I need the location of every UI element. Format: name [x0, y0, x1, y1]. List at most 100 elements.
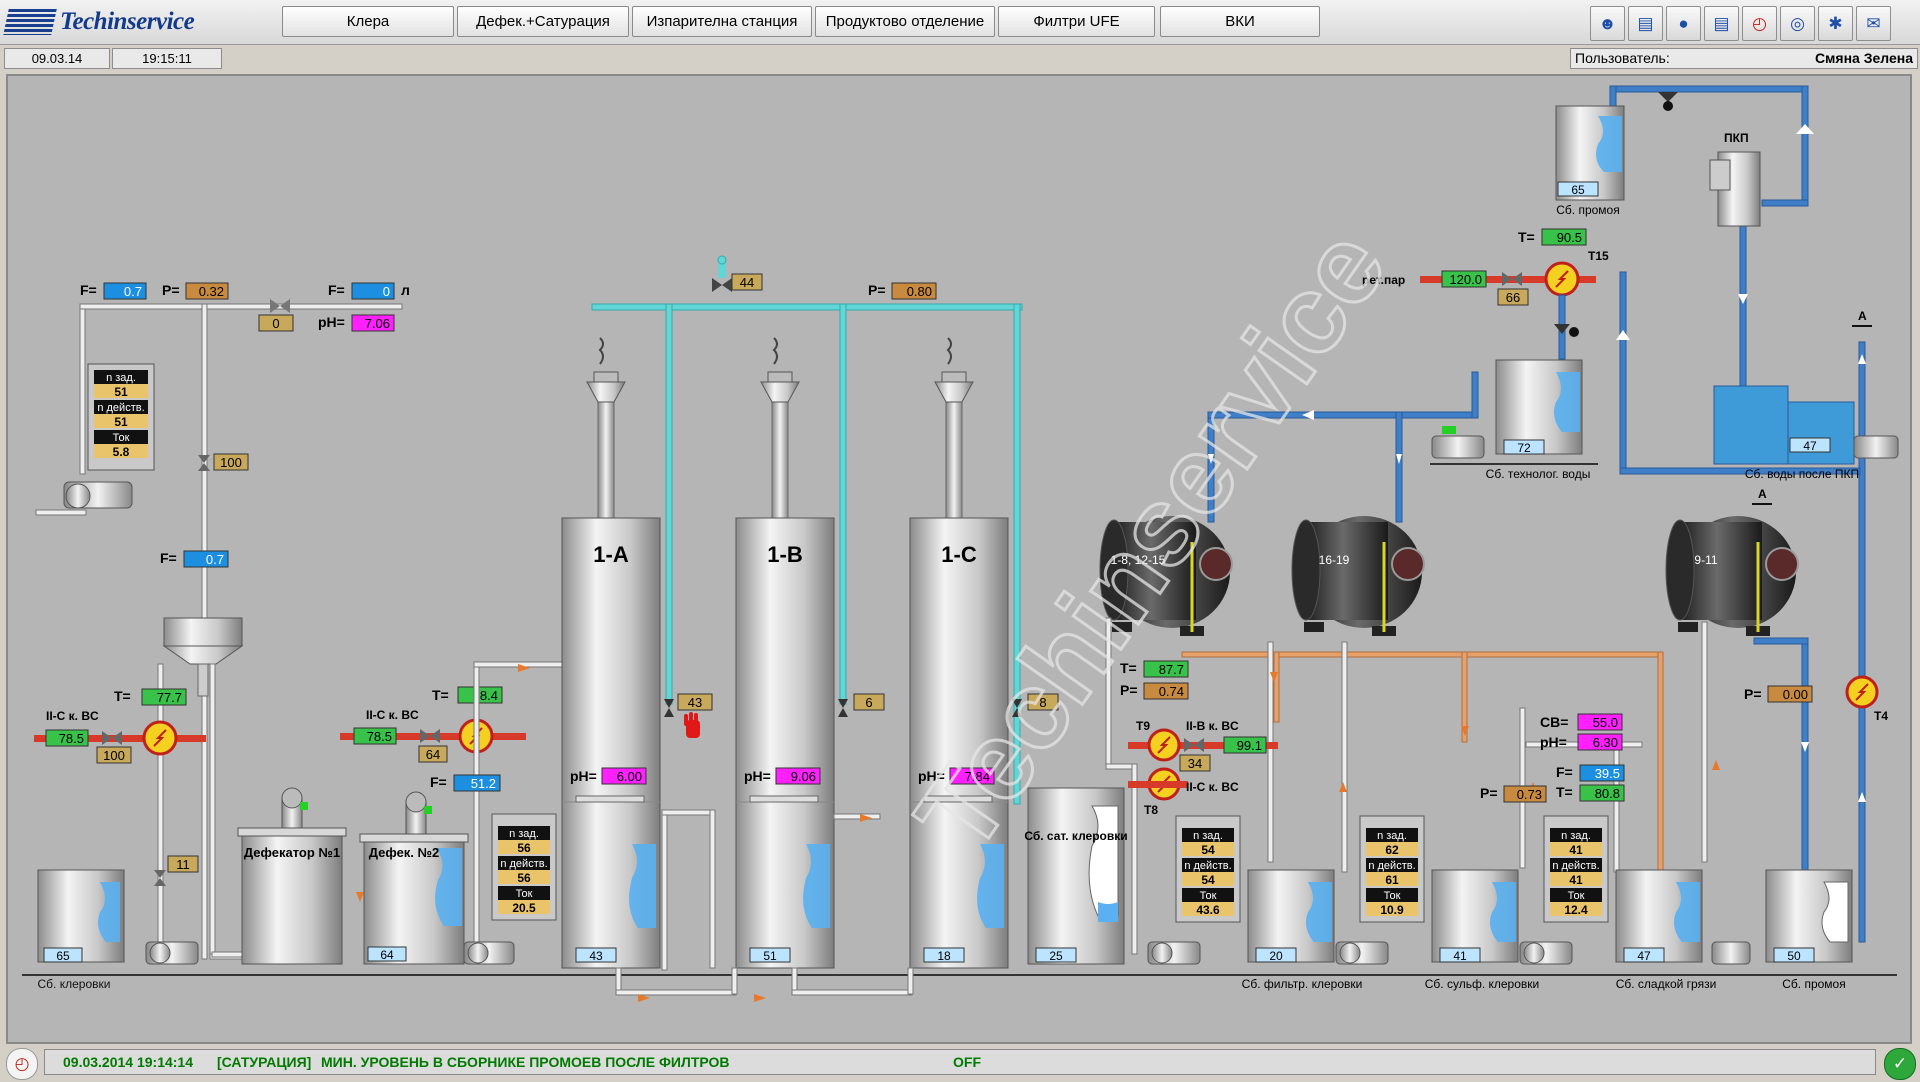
- label-sulf-ph: pH=: [1540, 734, 1567, 750]
- valve-top-left[interactable]: [270, 299, 280, 313]
- panel1-current-value: 5.8: [113, 445, 130, 459]
- panel3-nset-label: n зад.: [1193, 830, 1223, 842]
- user-icon[interactable]: ☻: [1590, 6, 1625, 41]
- process-mimic: F= 0.7 P= 0.32 F= 0 л 0 pH= 7.06 n зад. …: [6, 74, 1912, 1044]
- valve-11[interactable]: [154, 870, 166, 878]
- panel5-current-label: Ток: [1568, 890, 1585, 902]
- tab-vki[interactable]: ВКИ: [1160, 6, 1320, 37]
- pump-3[interactable]: [463, 941, 515, 965]
- value-f2: 0: [383, 284, 390, 299]
- user-box: Пользователь: Смяна Зелена: [1570, 48, 1918, 69]
- clipboard-icon[interactable]: ▤: [1704, 6, 1739, 41]
- alarm-line[interactable]: 09.03.2014 19:14:14 [САТУРАЦИЯ] МИН. УРО…: [44, 1049, 1876, 1075]
- pump-5[interactable]: [1335, 941, 1389, 965]
- pump-tech[interactable]: [1431, 426, 1485, 459]
- label-ph-top: pH=: [318, 314, 345, 330]
- tank-promoy-top: [1555, 105, 1625, 201]
- valve-steam-1[interactable]: [102, 731, 112, 745]
- valve-100[interactable]: [198, 455, 210, 463]
- saturator-1-b[interactable]: [735, 337, 835, 969]
- value-t1: 77.7: [157, 690, 182, 705]
- stop-hand-icon[interactable]: [684, 712, 700, 738]
- label-t1: T=: [114, 688, 131, 704]
- tab-isparitelna-stantsia[interactable]: Изпарителна станция: [632, 6, 812, 37]
- alarm-clock-icon[interactable]: ◴: [1742, 6, 1777, 41]
- pump-7[interactable]: [1711, 941, 1751, 965]
- value-gas-valve: 44: [740, 275, 754, 290]
- defecator-1-label: Дефекатор №1: [244, 845, 340, 860]
- gas-header: [591, 303, 1023, 311]
- label-a-mark-2: A: [1758, 487, 1767, 501]
- pump-2[interactable]: [145, 941, 199, 965]
- valve-steam-2[interactable]: [420, 729, 430, 743]
- alarm-message: МИН. УРОВЕНЬ В СБОРНИКЕ ПРОМОЕВ ПОСЛЕ ФИ…: [321, 1054, 730, 1070]
- panel5-nact-value: 41: [1569, 873, 1583, 887]
- valve-ret-par[interactable]: [1502, 272, 1512, 286]
- tank-filtr-klerovka-label: Сб. фильтр. клеровки: [1242, 977, 1363, 991]
- label-iib: II-B к. BC: [1186, 719, 1239, 733]
- defecator-2-level: 64: [380, 948, 394, 962]
- panel4-current-value: 10.9: [1380, 903, 1404, 917]
- tab-filtri-ufe[interactable]: Филтри UFE: [998, 6, 1155, 37]
- tank-sladkoy-gryazi: [1615, 869, 1703, 963]
- tab-klera[interactable]: Клера: [282, 6, 454, 37]
- label-f4: F=: [430, 774, 447, 790]
- sat-collector[interactable]: [1027, 787, 1125, 965]
- defecator-1[interactable]: [237, 787, 347, 965]
- tank-tech-water-level: 72: [1517, 441, 1531, 455]
- saturator-1-c[interactable]: [909, 337, 1009, 969]
- trend-chart-icon[interactable]: ▤: [1628, 6, 1663, 41]
- user-name: Смяна Зелена: [1814, 50, 1913, 66]
- value-t2-in: 78.5: [367, 729, 392, 744]
- tab-defekatsia-saturatsia[interactable]: Дефек.+Сатурация: [457, 6, 629, 37]
- saturator-1-a-name: 1-A: [593, 542, 629, 567]
- tank-sladkoy-gryazi-label: Сб. сладкой грязи: [1616, 977, 1717, 991]
- value-ph-top: 7.06: [365, 316, 390, 331]
- panel3-current-value: 43.6: [1196, 903, 1220, 917]
- panel3-nset-value: 54: [1201, 843, 1215, 857]
- filter-3[interactable]: [1665, 516, 1799, 636]
- value-sulf-p: 0.73: [1517, 787, 1542, 802]
- globe-icon[interactable]: ◎: [1780, 6, 1815, 41]
- alarm-clock-icon[interactable]: ◴: [6, 1048, 38, 1080]
- label-p1: P=: [162, 282, 180, 298]
- pump-pkp[interactable]: [1853, 435, 1899, 459]
- acknowledge-check-icon[interactable]: ✓: [1884, 1048, 1916, 1080]
- panel3-nact-value: 54: [1201, 873, 1215, 887]
- panel3-nact-label: n действ.: [1184, 860, 1231, 872]
- value-valve-100: 100: [220, 455, 242, 470]
- label-iis-2: II-C к. BC: [366, 708, 419, 722]
- label-t2: T=: [432, 687, 449, 703]
- tank-filtr-klerovka: [1247, 869, 1335, 963]
- panel2-current-value: 20.5: [512, 901, 536, 915]
- panel2-current-label: Ток: [516, 888, 533, 900]
- top-toolbar: Techinservice Клера Дефек.+Сатурация Изп…: [0, 0, 1920, 45]
- filter-2-name: 16-19: [1319, 553, 1350, 567]
- message-icon[interactable]: ✉: [1856, 6, 1891, 41]
- valve-pkp-top[interactable]: [1658, 92, 1678, 102]
- pkp-condenser[interactable]: [1709, 151, 1761, 227]
- value-valve-0: 0: [272, 316, 279, 331]
- panel5-nact-label: n действ.: [1552, 860, 1599, 872]
- flow-arrow-def: [356, 892, 364, 902]
- filter-2[interactable]: [1291, 516, 1425, 636]
- pump-4[interactable]: [1147, 941, 1201, 965]
- label-iis-1: II-C к. BC: [46, 709, 99, 723]
- value-ph-1b: 9.06: [791, 769, 816, 784]
- saturator-1-a[interactable]: [561, 337, 661, 969]
- value-f4: 51.2: [471, 776, 496, 791]
- saturator-1-b-ph-label: pH=: [744, 768, 771, 784]
- valve-gas-top[interactable]: [712, 278, 722, 292]
- binoculars-icon[interactable]: ●: [1666, 6, 1701, 41]
- panel1-nset-value: 51: [114, 385, 128, 399]
- saturator-1-c-level: 18: [937, 949, 951, 963]
- panel4-nset-value: 62: [1385, 843, 1399, 857]
- tools-icon[interactable]: ✱: [1818, 6, 1853, 41]
- defecator-2[interactable]: [359, 791, 469, 965]
- valve-t9[interactable]: [1184, 738, 1194, 752]
- pump-1[interactable]: [35, 481, 133, 516]
- label-right-p: P=: [1744, 686, 1762, 702]
- pump-6[interactable]: [1519, 941, 1573, 965]
- basin-pkp: [1713, 385, 1855, 465]
- tab-produktovo-otdelenie[interactable]: Продуктово отделение: [815, 6, 995, 37]
